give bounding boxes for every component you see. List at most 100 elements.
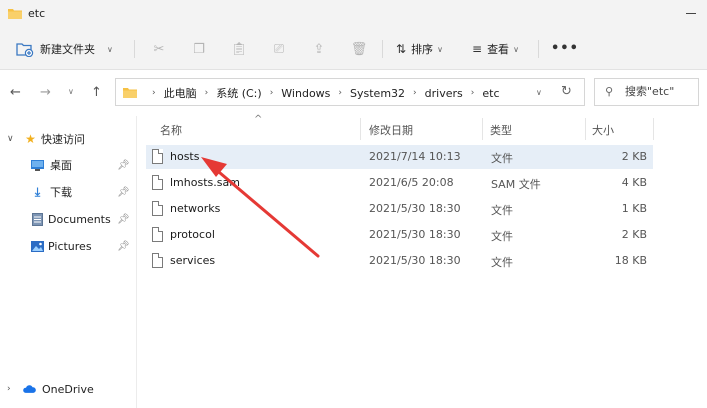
- file-name: lmhosts.sam: [170, 176, 240, 189]
- sidebar-item-downloads[interactable]: ⤓ 下载 📌︎: [0, 181, 136, 203]
- refresh-icon[interactable]: ↻: [561, 84, 572, 99]
- view-label: 查看: [487, 43, 510, 56]
- view-button[interactable]: ≡ 查看 ∨: [472, 28, 519, 70]
- new-folder-button[interactable]: 新建文件夹 ∨: [16, 28, 113, 70]
- address-row: ← → ∨ ↑ › 此电脑 › 系统 (C:) › Windows › Syst…: [0, 70, 707, 116]
- file-row-networks[interactable]: networks 2021/5/30 18:30 文件 1 KB: [146, 197, 653, 221]
- breadcrumb-drivers[interactable]: drivers: [425, 87, 463, 100]
- chevron-right-icon[interactable]: ›: [270, 88, 274, 98]
- file-list: ^ 名称 修改日期 类型 大小 hosts 2021/7/14 10:13 文件…: [140, 114, 707, 408]
- column-header-size[interactable]: 大小: [592, 122, 614, 138]
- chevron-right-icon[interactable]: ›: [152, 88, 156, 98]
- download-icon: ⤓: [34, 184, 41, 199]
- pin-icon[interactable]: 📌︎: [117, 160, 130, 171]
- pictures-icon: [31, 240, 44, 253]
- new-folder-label: 新建文件夹: [40, 43, 95, 56]
- file-modified-date: 2021/5/30 18:30: [369, 202, 461, 215]
- file-name: hosts: [170, 150, 200, 163]
- sidebar-item-label: OneDrive: [42, 382, 94, 396]
- sidebar-item-documents[interactable]: Documents 📌︎: [0, 208, 136, 230]
- column-divider[interactable]: [585, 118, 586, 140]
- chevron-right-icon[interactable]: ›: [471, 88, 475, 98]
- file-type: 文件: [491, 230, 513, 243]
- star-icon: ★: [25, 132, 36, 146]
- file-size: 2 KB: [621, 228, 647, 241]
- search-box[interactable]: ⚲: [594, 78, 699, 106]
- file-name: services: [170, 254, 216, 267]
- column-header-date[interactable]: 修改日期: [369, 122, 413, 138]
- search-icon: ⚲: [605, 85, 614, 98]
- toolbar-divider: [538, 40, 539, 58]
- file-name: protocol: [170, 228, 215, 241]
- breadcrumb-etc[interactable]: etc: [482, 87, 499, 100]
- file-row-hosts[interactable]: hosts 2021/7/14 10:13 文件 2 KB: [146, 145, 653, 169]
- chevron-down-icon: ∨: [513, 44, 519, 54]
- breadcrumb-system32[interactable]: System32: [350, 87, 405, 100]
- minimize-button[interactable]: [686, 13, 696, 14]
- navigation-pane: ∨ ★ 快速访问 桌面 📌︎ ⤓ 下载 📌︎ Documents 📌︎ Pict…: [0, 116, 138, 408]
- documents-icon: [31, 212, 44, 226]
- forward-arrow-icon[interactable]: →: [40, 85, 51, 100]
- chevron-down-icon[interactable]: ∨: [7, 134, 14, 144]
- toolbar-divider: [382, 40, 383, 58]
- breadcrumb-system-drive[interactable]: 系统 (C:): [216, 85, 261, 101]
- file-size: 4 KB: [621, 176, 647, 189]
- sort-ascending-caret-icon: ^: [254, 114, 263, 125]
- rename-icon[interactable]: ⎚: [270, 40, 288, 58]
- cut-icon[interactable]: ✂: [150, 40, 168, 58]
- file-modified-date: 2021/5/30 18:30: [369, 228, 461, 241]
- file-modified-date: 2021/7/14 10:13: [369, 150, 461, 163]
- sidebar-item-onedrive[interactable]: › OneDrive: [0, 378, 136, 400]
- delete-icon[interactable]: 🗑︎: [350, 40, 368, 58]
- file-type: SAM 文件: [491, 178, 541, 191]
- sidebar-item-label: 下载: [50, 186, 72, 199]
- column-divider[interactable]: [360, 118, 361, 140]
- recent-locations-chevron-icon[interactable]: ∨: [68, 87, 74, 96]
- file-size: 2 KB: [621, 150, 647, 163]
- up-arrow-icon[interactable]: ↑: [91, 85, 102, 100]
- sort-icon: ⇅: [396, 42, 407, 56]
- file-icon: [152, 201, 163, 216]
- file-type: 文件: [491, 204, 513, 217]
- back-arrow-icon[interactable]: ←: [10, 85, 21, 100]
- sort-button[interactable]: ⇅ 排序 ∨: [396, 28, 443, 70]
- sidebar-item-quick-access[interactable]: ∨ ★ 快速访问: [0, 128, 136, 150]
- address-history-chevron-icon[interactable]: ∨: [536, 88, 542, 97]
- pin-icon[interactable]: 📌︎: [117, 214, 130, 225]
- file-size: 18 KB: [614, 254, 647, 267]
- breadcrumb-this-pc[interactable]: 此电脑: [164, 85, 197, 101]
- sidebar-item-label: Documents: [48, 212, 111, 226]
- file-type: 文件: [491, 152, 513, 165]
- file-size: 1 KB: [621, 202, 647, 215]
- toolbar-divider: [134, 40, 135, 58]
- chevron-right-icon[interactable]: ›: [413, 88, 417, 98]
- chevron-down-icon: ∨: [437, 44, 443, 54]
- more-options-button[interactable]: •••: [551, 41, 579, 56]
- chevron-right-icon[interactable]: ›: [7, 384, 11, 394]
- file-row-lmhosts[interactable]: lmhosts.sam 2021/6/5 20:08 SAM 文件 4 KB: [146, 171, 653, 195]
- search-input[interactable]: [625, 85, 695, 98]
- file-row-services[interactable]: services 2021/5/30 18:30 文件 18 KB: [146, 249, 653, 273]
- column-divider[interactable]: [482, 118, 483, 140]
- sidebar-item-pictures[interactable]: Pictures 📌︎: [0, 235, 136, 257]
- chevron-right-icon[interactable]: ›: [205, 88, 209, 98]
- sidebar-item-desktop[interactable]: 桌面 📌︎: [0, 154, 136, 176]
- address-bar[interactable]: › 此电脑 › 系统 (C:) › Windows › System32 › d…: [115, 78, 585, 106]
- paste-icon[interactable]: 📋︎: [230, 40, 248, 58]
- sort-label: 排序: [411, 43, 434, 56]
- column-header-type[interactable]: 类型: [490, 122, 512, 138]
- column-divider[interactable]: [653, 118, 654, 140]
- chevron-down-icon[interactable]: ∨: [107, 45, 113, 54]
- share-icon[interactable]: ⇪: [310, 40, 328, 58]
- breadcrumb-windows[interactable]: Windows: [281, 87, 330, 100]
- file-row-protocol[interactable]: protocol 2021/5/30 18:30 文件 2 KB: [146, 223, 653, 247]
- file-modified-date: 2021/6/5 20:08: [369, 176, 454, 189]
- pin-icon[interactable]: 📌︎: [117, 241, 130, 252]
- copy-icon[interactable]: ❐: [190, 40, 208, 58]
- pin-icon[interactable]: 📌︎: [117, 187, 130, 198]
- sidebar-item-label: 快速访问: [41, 133, 85, 146]
- file-icon: [152, 227, 163, 242]
- new-folder-icon: [16, 43, 34, 57]
- column-header-name[interactable]: 名称: [160, 122, 182, 138]
- chevron-right-icon[interactable]: ›: [338, 88, 342, 98]
